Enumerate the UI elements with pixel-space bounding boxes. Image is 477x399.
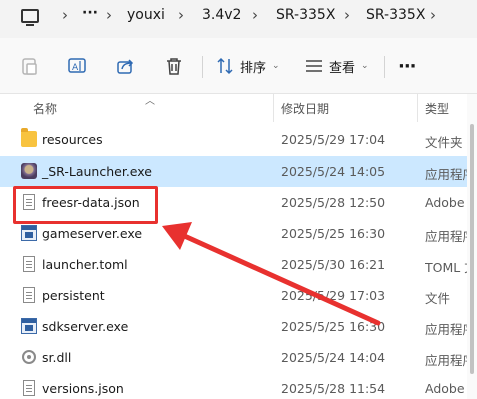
annotation-arrow	[162, 222, 381, 326]
